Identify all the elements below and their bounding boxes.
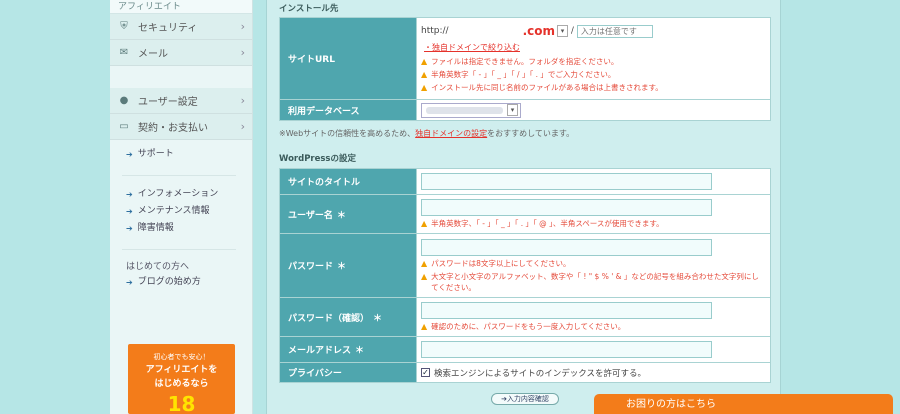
privacy-checkbox-row[interactable]: ✓ 検索エンジンによるサイトのインデックスを許可する。 — [421, 367, 766, 379]
warning-icon: ▲ — [421, 258, 428, 268]
warning-message: ▲ 確認のために、パスワードをもう一度入力してください。 — [421, 322, 626, 331]
promo-title-line2: はじめるなら — [154, 379, 209, 389]
url-slash: / — [571, 26, 574, 36]
divider — [122, 249, 236, 250]
information-link[interactable]: ➔ インフォメーション — [126, 186, 252, 203]
arrow-right-icon: ➔ — [126, 224, 133, 233]
sidebar-item-contract-payment[interactable]: ▭ 契約・お支払い › — [110, 114, 252, 140]
sidebar-item-label: セキュリティ — [138, 23, 198, 34]
divider — [122, 175, 236, 176]
sidebar-item-mail[interactable]: ✉ メール › — [110, 40, 252, 66]
warning-message: ▲ 大文字と小文字のアルファベット、数字や「 ! " $ % ' & 」などの記号… — [421, 271, 759, 292]
beginner-label: はじめての方へ — [126, 262, 190, 272]
warning-icon: ▲ — [421, 57, 428, 66]
maintenance-link[interactable]: ➔ メンテナンス情報 — [126, 203, 252, 220]
database-select[interactable]: ▾ — [421, 102, 521, 118]
wordpress-section-title: WordPressの設定 — [279, 154, 356, 164]
domain-recommendation-note: ※Webサイトの信頼性を高めるため、独自ドメインの設定をおすすめしています。 — [279, 129, 575, 138]
password-label-cell: パスワード＊ — [279, 233, 417, 298]
warning-icon: ▲ — [421, 271, 428, 281]
shield-icon: ⛨ — [120, 21, 128, 32]
install-form-table: サイトURL http:// .com ▾ / ・独自ドメインで絞り込む ▲ファ… — [279, 17, 771, 121]
warning-message: ▲ ファイルは指定できません。フォルダを指定ください。 — [421, 57, 619, 66]
warning-message: ▲ 半角英数字、「 - 」「 _ 」「 . 」「 @ 」、半角スペースが使用できま… — [421, 219, 664, 228]
own-domain-settings-link[interactable]: 独自ドメインの設定 — [415, 129, 487, 138]
sidebar-item-security[interactable]: ⛨ セキュリティ › — [110, 14, 252, 40]
privacy-label: プライバシー — [279, 362, 417, 383]
support-link[interactable]: ➔ サポート — [126, 146, 252, 163]
url-prefix: http:// — [421, 26, 449, 36]
install-path-input[interactable] — [576, 24, 653, 38]
password-confirm-input[interactable] — [421, 302, 712, 319]
own-domain-filter-link[interactable]: ・独自ドメインで絞り込む — [424, 42, 766, 53]
sidebar-item-label: ユーザー設定 — [138, 97, 198, 108]
chevron-down-icon: ▾ — [507, 104, 518, 116]
warning-icon: ▲ — [421, 219, 428, 228]
sidebar-item-user-settings[interactable]: ● ユーザー設定 › — [110, 88, 252, 114]
warning-message: ▲ インストール先に同じ名前のファイルがある場合は上書きされます。 — [421, 83, 663, 92]
arrow-right-icon: ➔ — [126, 278, 133, 287]
password-confirm-label-cell: パスワード（確認）＊ — [279, 297, 417, 337]
site-url-row: http:// .com ▾ / — [421, 22, 766, 40]
install-section-title: インストール先 — [279, 4, 339, 14]
sidebar: アフィリエイト ⛨ セキュリティ › ✉ メール › ● ユーザー設定 › ▭ … — [110, 0, 253, 414]
email-label-cell: メールアドレス＊ — [279, 336, 417, 363]
user-icon: ● — [119, 95, 129, 106]
chevron-right-icon: › — [240, 46, 245, 59]
help-bar[interactable]: お困りの方はこちら — [594, 394, 893, 414]
warning-icon: ▲ — [421, 70, 428, 79]
chevron-right-icon: › — [240, 20, 245, 33]
arrow-right-icon: ➔ — [126, 207, 133, 216]
card-icon: ▭ — [119, 121, 129, 132]
promo-small-text: 初心者でも安心！ — [153, 353, 210, 361]
outage-link[interactable]: ➔ 障害情報 — [126, 220, 252, 237]
warning-icon: ▲ — [421, 83, 428, 92]
arrow-right-icon: ➔ — [126, 190, 133, 199]
promo-title-line1: アフィリエイトを — [145, 365, 218, 375]
blurred-value — [426, 106, 503, 114]
sidebar-sub-links: ➔ サポート ➔ インフォメーション ➔ メンテナンス情報 ➔ 障害情報 はじめ… — [110, 140, 252, 291]
warning-icon: ▲ — [421, 322, 428, 331]
site-title-input[interactable] — [421, 173, 712, 190]
sidebar-gap — [110, 66, 252, 88]
blog-guide-link[interactable]: ➔ ブログの始め方 — [126, 274, 252, 291]
privacy-checkbox[interactable]: ✓ — [421, 368, 430, 377]
promo-number: 18 — [167, 392, 196, 414]
domain-select[interactable]: .com — [523, 24, 555, 38]
sidebar-affiliate-item[interactable]: アフィリエイト — [110, 0, 252, 14]
site-url-label: サイトURL — [279, 17, 417, 100]
main-panel: インストール先 サイトURL http:// .com ▾ / ・独自ドメインで… — [266, 0, 781, 414]
chevron-right-icon: › — [240, 120, 245, 133]
database-label: 利用データベース — [279, 99, 417, 121]
arrow-right-icon: ➔ — [126, 150, 133, 159]
wordpress-form-table: サイトのタイトル ユーザー名＊ ▲ 半角英数字、「 - 」「 _ 」「 . 」「 … — [279, 168, 771, 383]
sidebar-item-label: メール — [138, 49, 168, 60]
chevron-right-icon: › — [240, 94, 245, 107]
username-label-cell: ユーザー名＊ — [279, 194, 417, 234]
privacy-checkbox-label: 検索エンジンによるサイトのインデックスを許可する。 — [434, 368, 646, 379]
mail-icon: ✉ — [119, 47, 129, 58]
site-title-label: サイトのタイトル — [279, 168, 417, 195]
email-input[interactable] — [421, 341, 712, 358]
username-input[interactable] — [421, 199, 712, 216]
warning-message: ▲ 半角英数字「 - 」「 _ 」「 / 」「 . 」でご入力ください。 — [421, 70, 616, 79]
chevron-down-icon[interactable]: ▾ — [557, 25, 568, 37]
affiliate-promo-banner[interactable]: 初心者でも安心！ アフィリエイトを はじめるなら 18 — [128, 344, 235, 414]
sidebar-item-label: 契約・お支払い — [138, 123, 208, 134]
password-input[interactable] — [421, 238, 712, 256]
confirm-input-button[interactable]: ➔入力内容確認 — [491, 393, 559, 405]
warning-message: ▲ パスワードは8文字以上にしてください。 — [421, 258, 571, 268]
